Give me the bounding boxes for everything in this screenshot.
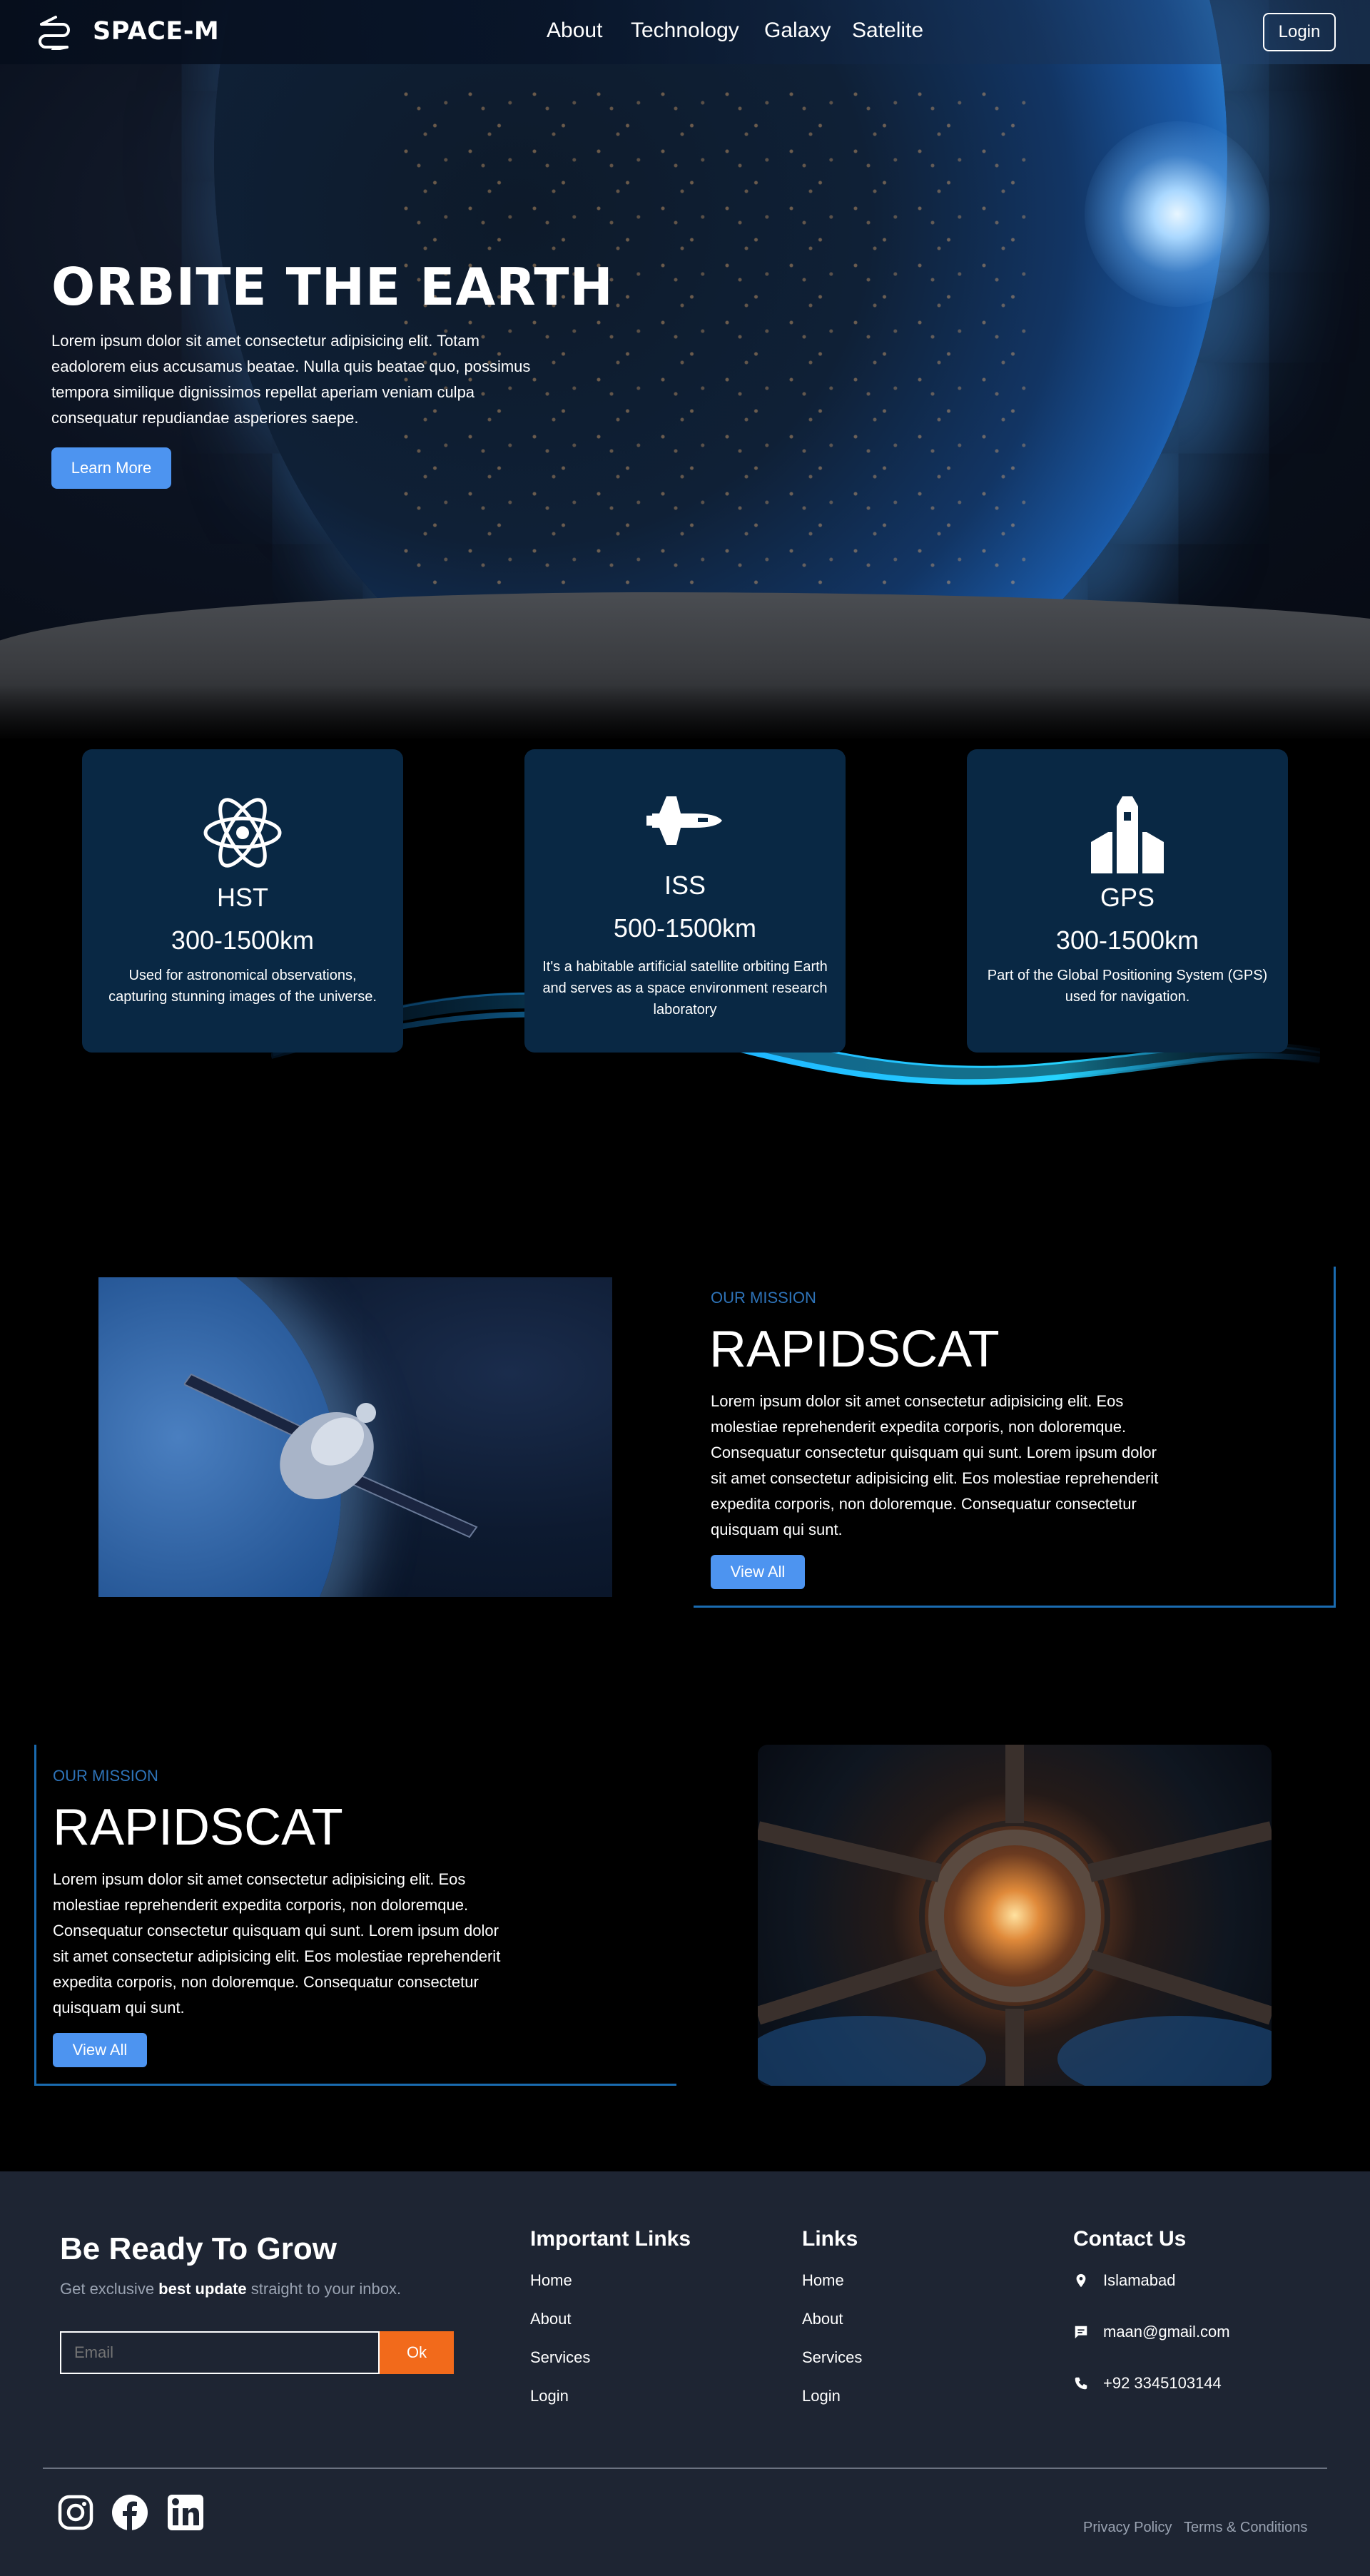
nav-link-about[interactable]: About — [547, 19, 602, 43]
card-description: Used for astronomical observations, capt… — [108, 968, 377, 1005]
important-link-home[interactable]: Home — [530, 2271, 572, 2290]
subtitle-text-post: straight to your inbox. — [246, 2280, 402, 2298]
sun-glow — [1085, 121, 1270, 307]
card-title: ISS — [664, 871, 706, 900]
privacy-policy-link[interactable]: Privacy Policy — [1083, 2520, 1172, 2536]
important-link-about[interactable]: About — [530, 2310, 572, 2328]
card-description: Part of the Global Positioning System (G… — [987, 968, 1268, 1005]
card-gps: GPS 300-1500km Part of the Global Positi… — [967, 749, 1288, 1053]
nav-link-technology[interactable]: Technology — [631, 19, 739, 43]
terms-link[interactable]: Terms & Conditions — [1184, 2520, 1307, 2536]
top-nav: SPACE-M About Technology Galaxy Satelite… — [0, 0, 1370, 64]
contact-email[interactable]: maan@gmail.com — [1103, 2323, 1230, 2341]
mission-title: RAPIDSCAT — [709, 1321, 1000, 1378]
contact-phone: +92 3345103144 — [1103, 2374, 1222, 2392]
rocket-icon — [1091, 796, 1164, 873]
mission-image-satellite — [98, 1277, 612, 1597]
brand-name[interactable]: SPACE-M — [93, 17, 219, 46]
logo-icon[interactable] — [34, 14, 74, 50]
important-link-login[interactable]: Login — [530, 2387, 569, 2405]
link-home[interactable]: Home — [802, 2271, 844, 2290]
card-description: It's a habitable artificial satellite or… — [542, 959, 828, 1018]
footer-grow-title: Be Ready To Grow — [60, 2231, 337, 2266]
subtitle-text-bold: best update — [158, 2280, 247, 2298]
atom-icon — [203, 798, 282, 868]
hero-fade — [0, 685, 1370, 739]
email-input[interactable] — [60, 2331, 380, 2374]
card-range: 500-1500km — [613, 913, 757, 943]
mission-text: Lorem ipsum dolor sit amet consectetur a… — [53, 1870, 501, 2017]
card-range: 300-1500km — [171, 926, 315, 955]
footer: Be Ready To Grow Get exclusive best upda… — [0, 2171, 1370, 2576]
mission-kicker: OUR MISSION — [711, 1289, 816, 1307]
message-icon — [1075, 2326, 1087, 2339]
nav-link-satelite[interactable]: Satelite — [852, 19, 923, 43]
important-link-services[interactable]: Services — [530, 2348, 590, 2367]
cupola-window-frame — [758, 1745, 1272, 2086]
card-iss: ISS 500-1500km It's a habitable artifici… — [524, 749, 846, 1053]
linkedin-icon[interactable] — [167, 2494, 204, 2531]
login-button[interactable]: Login — [1263, 13, 1336, 51]
view-all-button[interactable]: View All — [711, 1555, 805, 1589]
subtitle-text-pre: Get exclusive — [60, 2280, 159, 2298]
ok-button[interactable]: Ok — [380, 2331, 454, 2374]
card-range: 300-1500km — [1055, 926, 1199, 955]
learn-more-button[interactable]: Learn More — [51, 447, 171, 489]
space-shuttle-icon — [646, 796, 722, 845]
mission-kicker: OUR MISSION — [53, 1767, 158, 1785]
card-title: HST — [217, 883, 268, 912]
contact-heading: Contact Us — [1073, 2227, 1187, 2251]
mission-image-cupola — [758, 1745, 1272, 2086]
instagram-icon[interactable] — [57, 2494, 94, 2531]
link-services[interactable]: Services — [802, 2348, 862, 2367]
footer-grow-subtitle: Get exclusive best update straight to yo… — [60, 2280, 401, 2298]
contact-location: Islamabad — [1103, 2271, 1176, 2289]
hero-title: ORBITE THE EARTH — [51, 257, 614, 317]
hero-text: Lorem ipsum dolor sit amet consectetur a… — [51, 332, 531, 427]
hero-section: ORBITE THE EARTH Lorem ipsum dolor sit a… — [0, 0, 1370, 739]
nav-link-galaxy[interactable]: Galaxy — [764, 19, 831, 43]
location-pin-icon — [1076, 2273, 1086, 2288]
facebook-icon[interactable] — [111, 2494, 148, 2531]
phone-icon — [1075, 2377, 1087, 2390]
card-hst: HST 300-1500km Used for astronomical obs… — [82, 749, 403, 1053]
mission-text: Lorem ipsum dolor sit amet consectetur a… — [711, 1392, 1159, 1538]
satellite-graphic — [184, 1373, 478, 1538]
view-all-button[interactable]: View All — [53, 2033, 147, 2067]
link-about[interactable]: About — [802, 2310, 843, 2328]
mission-title: RAPIDSCAT — [53, 1799, 343, 1856]
footer-divider — [43, 2468, 1327, 2469]
card-title: GPS — [1100, 883, 1155, 912]
link-login[interactable]: Login — [802, 2387, 841, 2405]
links-heading: Links — [802, 2227, 858, 2251]
important-links-heading: Important Links — [530, 2227, 691, 2251]
